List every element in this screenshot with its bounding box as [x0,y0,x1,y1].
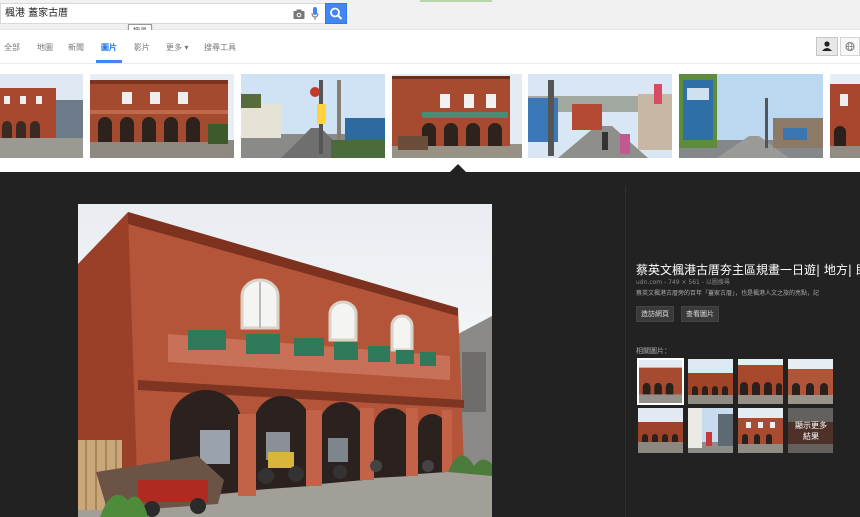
panel-divider [625,186,626,517]
globe-icon [845,41,855,52]
nav-tabs: 全部 地圖 新聞 圖片 影片 更多 ▾ 搜尋工具 [0,30,860,64]
visit-page-button[interactable]: 造訪網頁 [636,306,674,322]
related-image[interactable] [637,358,684,405]
building-photo [638,408,683,453]
building-photo [0,74,83,158]
top-bar: 楓港 蓋家古厝 搜尋 [0,0,860,38]
search-button[interactable] [325,3,347,24]
related-image[interactable] [688,359,733,404]
show-more-label: 顯示更多結果 [795,421,827,441]
tab-more[interactable]: 更多 ▾ [166,42,189,53]
image-result[interactable] [679,74,823,158]
street-photo [688,408,733,453]
preview-image[interactable] [78,204,492,517]
user-filter-button[interactable] [816,37,838,56]
image-result[interactable] [90,74,234,158]
result-description: 蔡英文楓港古厝旁的百年「蓋家古厝」，也是楓港人文之旅的亮點，記 [636,290,820,297]
image-preview-panel: 蔡英文楓港古厝夯主區規畫一日遊| 地方| 即 udn.com - 749 × 5… [0,172,860,517]
street-photo [679,74,823,158]
street-photo [241,74,385,158]
loading-indicator [420,0,492,2]
image-result[interactable] [241,74,385,158]
building-photo [78,204,492,517]
tab-videos[interactable]: 影片 [134,42,150,53]
mic-icon[interactable] [311,7,319,21]
tab-maps[interactable]: 地圖 [37,42,53,53]
camera-icon[interactable] [293,8,305,20]
selected-image-pointer [450,164,466,172]
search-icon [330,7,343,20]
search-box[interactable]: 楓港 蓋家古厝 [0,3,325,24]
building-photo [738,408,783,453]
related-images-label: 相關圖片： [636,347,671,355]
building-photo [688,359,733,404]
person-icon [822,41,832,51]
building-photo [639,360,682,403]
image-result[interactable] [830,74,860,158]
building-photo [830,74,860,158]
active-tab-indicator [96,60,122,63]
building-photo [90,74,234,158]
world-filter-button[interactable] [840,37,860,56]
tab-all[interactable]: 全部 [4,42,20,53]
search-input[interactable]: 楓港 蓋家古厝 [5,6,68,22]
building-photo [738,359,783,404]
building-photo [788,359,833,404]
image-results-strip [0,64,860,171]
related-image[interactable] [738,359,783,404]
related-image[interactable] [688,408,733,453]
building-photo [392,74,522,158]
tab-images[interactable]: 圖片 [101,42,117,53]
tab-search-tools[interactable]: 搜尋工具 [204,42,236,53]
street-photo [528,74,672,158]
image-result[interactable] [0,74,83,158]
result-title-link[interactable]: 蔡英文楓港古厝夯主區規畫一日遊| 地方| 即 [636,261,860,278]
tab-news[interactable]: 新聞 [68,42,84,53]
view-image-button[interactable]: 查看圖片 [681,306,719,322]
related-image[interactable] [638,408,683,453]
result-meta: udn.com - 749 × 561 - 以圖搜尋 [636,279,730,286]
show-more-results-button[interactable]: 顯示更多結果 [788,408,833,453]
image-result[interactable] [392,74,522,158]
related-image[interactable] [738,408,783,453]
related-image[interactable] [788,359,833,404]
image-result[interactable] [528,74,672,158]
